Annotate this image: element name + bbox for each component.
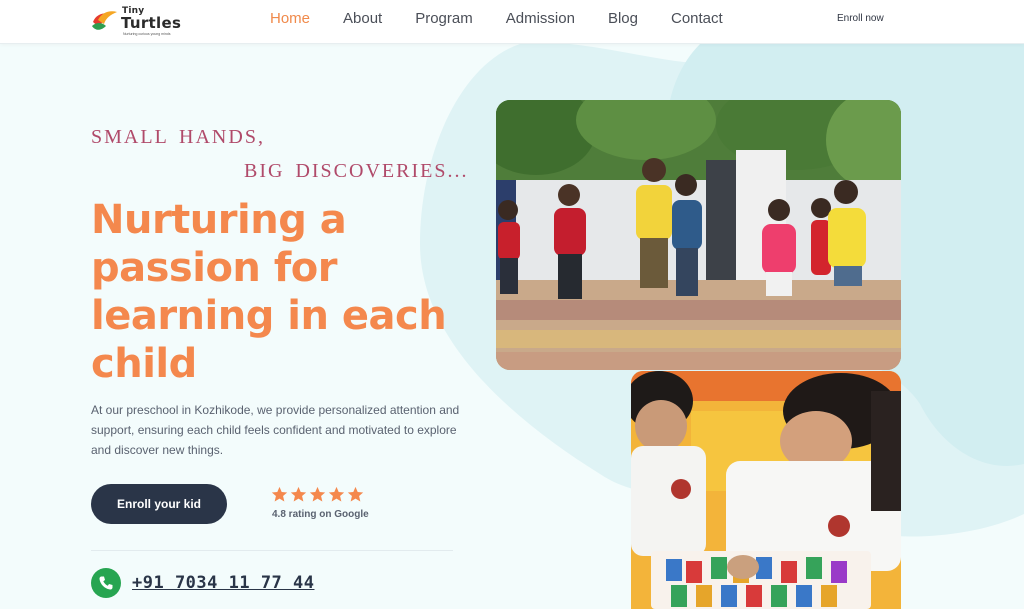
- star-icon: [271, 486, 288, 502]
- nav-program[interactable]: Program: [415, 10, 473, 30]
- hero-headline: Nurturing a passion for learning in each…: [91, 197, 447, 387]
- logo[interactable]: Tiny Turtles Nurturing curious young min…: [90, 4, 190, 38]
- logo-name: Turtles: [121, 14, 182, 32]
- hero-description: At our preschool in Kozhikode, we provid…: [91, 403, 460, 457]
- rating-stars: [271, 486, 366, 503]
- enroll-your-kid-button[interactable]: Enroll your kid: [91, 484, 227, 524]
- turtle-logo-icon: [92, 11, 117, 30]
- phone-icon[interactable]: [91, 568, 121, 598]
- rating-text: 4.8 rating on Google: [272, 509, 369, 520]
- hero-kicker-line2: BIG DISCOVERIES...: [244, 160, 469, 182]
- enroll-now-link[interactable]: Enroll now: [837, 13, 884, 24]
- star-icon: [309, 486, 326, 502]
- hero-photo-kids-puzzle: [631, 371, 901, 609]
- nav-admission[interactable]: Admission: [506, 10, 575, 30]
- star-icon: [347, 486, 364, 502]
- hero-kicker-line1: SMALL HANDS,: [91, 126, 265, 148]
- site-header: Tiny Turtles Nurturing curious young min…: [0, 0, 1024, 44]
- nav-blog[interactable]: Blog: [608, 10, 638, 30]
- nav-contact[interactable]: Contact: [671, 10, 723, 30]
- nav-home[interactable]: Home: [270, 10, 310, 30]
- phone-link[interactable]: +91 7034 11 77 44: [132, 573, 315, 593]
- logo-tagline: Nurturing curious young minds: [123, 32, 171, 36]
- star-icon: [290, 486, 307, 502]
- hero-photo-kids-running: [496, 100, 901, 370]
- main-nav: Home About Program Admission Blog Contac…: [270, 10, 756, 30]
- divider: [91, 550, 453, 551]
- star-icon: [328, 486, 345, 502]
- nav-about[interactable]: About: [343, 10, 382, 30]
